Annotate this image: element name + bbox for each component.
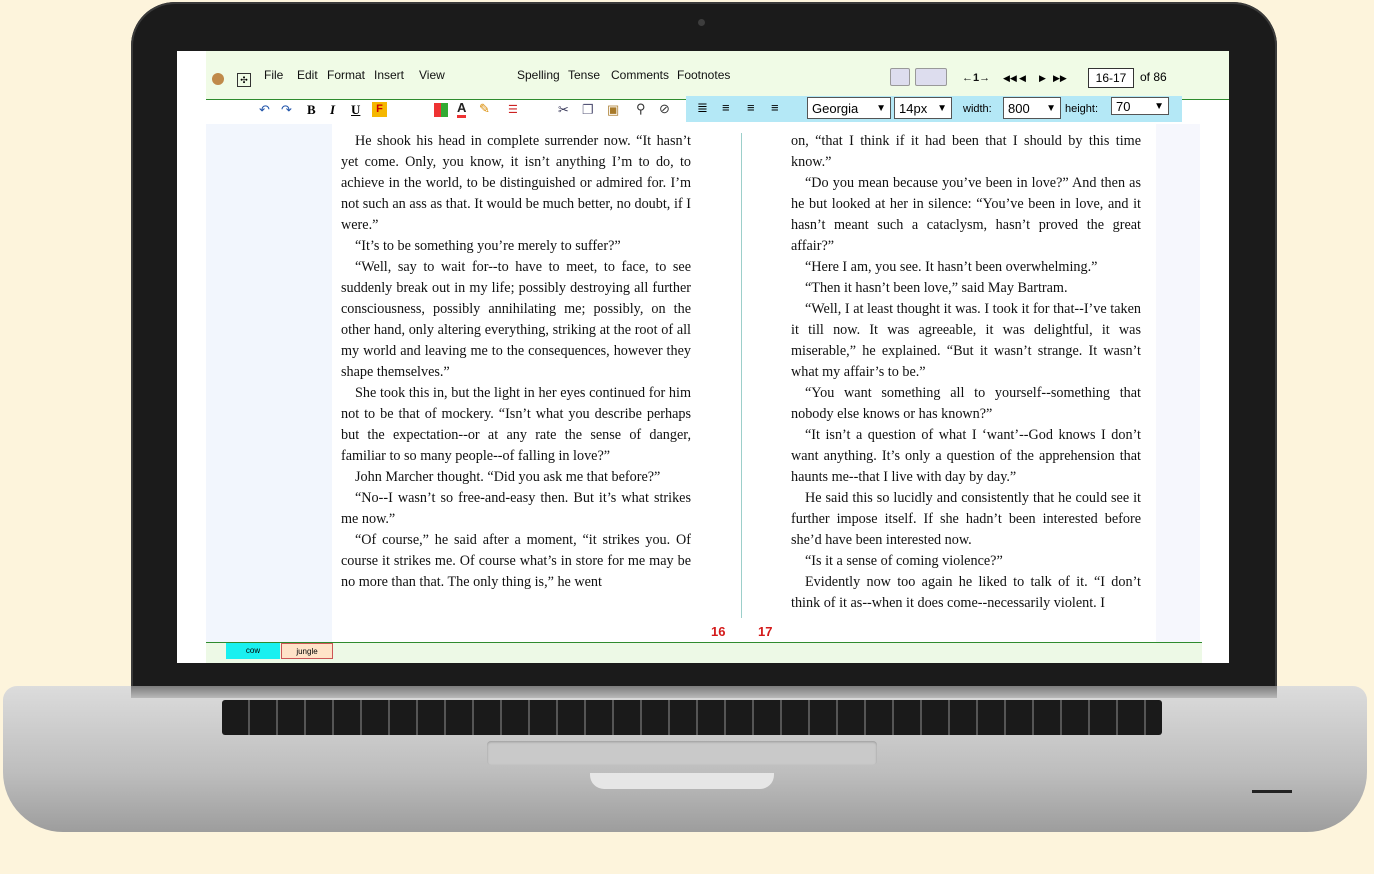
right-margin-pane bbox=[1156, 124, 1200, 663]
align-right-icon[interactable]: ≡ bbox=[771, 101, 779, 115]
paragraph: “Then it hasn’t been love,” said May Bar… bbox=[805, 280, 1068, 296]
two-page-view-button[interactable] bbox=[915, 68, 947, 86]
single-page-view-button[interactable] bbox=[890, 68, 910, 86]
width-label: width: bbox=[963, 103, 992, 115]
chapter-tab-bar: cow jungle bbox=[206, 642, 1202, 663]
fullscreen-icon[interactable]: ✣ bbox=[237, 73, 251, 87]
paragraph: “It isn’t a question of what I ‘want’--G… bbox=[791, 427, 1141, 485]
of-label: of 86 bbox=[1140, 70, 1167, 84]
paragraph: “Do you mean because you’ve been in love… bbox=[791, 175, 1141, 254]
right-page-number: 17 bbox=[758, 624, 773, 639]
right-page-text[interactable]: on, “that I think if it had been that I … bbox=[791, 131, 1141, 614]
paragraph: “Well, say to wait for--to have to meet,… bbox=[341, 259, 691, 380]
chapter-tab-cow[interactable]: cow bbox=[226, 643, 280, 659]
next-page-icon[interactable]: ▶ bbox=[1039, 71, 1046, 85]
height-select[interactable]: 70 ▼ bbox=[1111, 97, 1169, 115]
cut-icon[interactable]: ✂ bbox=[558, 103, 569, 117]
align-left-icon[interactable]: ≡ bbox=[722, 101, 730, 115]
first-page-icon[interactable]: ◀◀ bbox=[1003, 71, 1017, 85]
color-grid-icon[interactable] bbox=[434, 103, 448, 117]
editor-toolbar: ✣ File Edit Format Insert View Spelling … bbox=[206, 51, 1229, 100]
font-style-icon[interactable]: F bbox=[372, 102, 387, 117]
page-step-arrows[interactable]: ←1→ bbox=[962, 72, 990, 84]
bold-icon[interactable]: B bbox=[307, 103, 316, 117]
left-margin-pane bbox=[206, 124, 332, 663]
status-led bbox=[1252, 790, 1292, 793]
font-family-select[interactable]: Georgia ▼ bbox=[807, 97, 891, 119]
list-icon[interactable]: ☰ bbox=[508, 103, 518, 117]
left-page-text[interactable]: He shook his head in complete surrender … bbox=[341, 131, 691, 593]
last-page-icon[interactable]: ▶▶ bbox=[1053, 71, 1067, 85]
highlight-icon[interactable]: ✎ bbox=[479, 102, 490, 116]
paragraph: “Of course,” he said after a moment, “it… bbox=[341, 532, 691, 590]
page-range-input[interactable]: 16-17 bbox=[1088, 68, 1134, 88]
screen: ✣ File Edit Format Insert View Spelling … bbox=[177, 51, 1229, 663]
redo-icon[interactable]: ↷ bbox=[281, 103, 292, 117]
paragraph: “It’s to be something you’re merely to s… bbox=[355, 238, 621, 254]
menu-spelling[interactable]: Spelling bbox=[517, 68, 560, 82]
menu-file[interactable]: File bbox=[264, 68, 283, 82]
paragraph: “Well, I at least thought it was. I took… bbox=[791, 301, 1141, 380]
laptop-hinge bbox=[131, 686, 1277, 698]
menu-tense[interactable]: Tense bbox=[568, 68, 600, 82]
paragraph: He said this so lucidly and consistently… bbox=[791, 490, 1141, 548]
left-page-number: 16 bbox=[711, 624, 726, 639]
menu-edit[interactable]: Edit bbox=[297, 68, 318, 82]
font-size-select[interactable]: 14px ▼ bbox=[894, 97, 952, 119]
menu-insert[interactable]: Insert bbox=[374, 68, 404, 82]
page-spread-divider bbox=[741, 133, 742, 618]
prev-page-icon[interactable]: ◀ bbox=[1019, 71, 1026, 85]
menu-format[interactable]: Format bbox=[327, 68, 365, 82]
paragraph: He shook his head in complete surrender … bbox=[341, 133, 691, 233]
paragraph: “No--I wasn’t so free-and-easy then. But… bbox=[341, 490, 691, 527]
keyboard bbox=[222, 700, 1162, 735]
menu-view[interactable]: View bbox=[419, 68, 445, 82]
chapter-tab-jungle[interactable]: jungle bbox=[281, 643, 333, 659]
paragraph: “Is it a sense of coming violence?” bbox=[805, 553, 1003, 569]
width-select[interactable]: 800 ▼ bbox=[1003, 97, 1061, 119]
webcam bbox=[698, 19, 705, 26]
undo-icon[interactable]: ↶ bbox=[259, 103, 270, 117]
paragraph: John Marcher thought. “Did you ask me th… bbox=[355, 469, 661, 485]
paragraph: “You want something all to yourself--som… bbox=[791, 385, 1141, 422]
height-label: height: bbox=[1065, 103, 1099, 115]
copy-icon[interactable]: ❐ bbox=[582, 103, 594, 117]
link-icon[interactable]: ⊘ bbox=[659, 102, 670, 116]
lid-notch bbox=[590, 773, 774, 789]
text-color-icon[interactable]: A bbox=[457, 101, 467, 118]
paragraph: on, “that I think if it had been that I … bbox=[791, 133, 1141, 170]
trackpad bbox=[487, 741, 877, 765]
paragraph: “Here I am, you see. It hasn’t been over… bbox=[805, 259, 1098, 275]
search-icon[interactable]: ⚲ bbox=[636, 102, 646, 116]
italic-icon[interactable]: I bbox=[330, 103, 335, 117]
app-logo-icon[interactable] bbox=[212, 73, 224, 85]
align-center-icon[interactable]: ≡ bbox=[747, 101, 755, 115]
paragraph: She took this in, but the light in her e… bbox=[341, 385, 691, 464]
align-justify-icon[interactable]: ≣ bbox=[697, 101, 708, 115]
menu-footnotes[interactable]: Footnotes bbox=[677, 68, 730, 82]
total-pages: 86 bbox=[1153, 70, 1167, 84]
paste-icon[interactable]: ▣ bbox=[607, 103, 619, 117]
paragraph: Evidently now too again he liked to talk… bbox=[791, 574, 1141, 611]
menu-comments[interactable]: Comments bbox=[611, 68, 669, 82]
underline-icon[interactable]: U bbox=[351, 103, 360, 117]
